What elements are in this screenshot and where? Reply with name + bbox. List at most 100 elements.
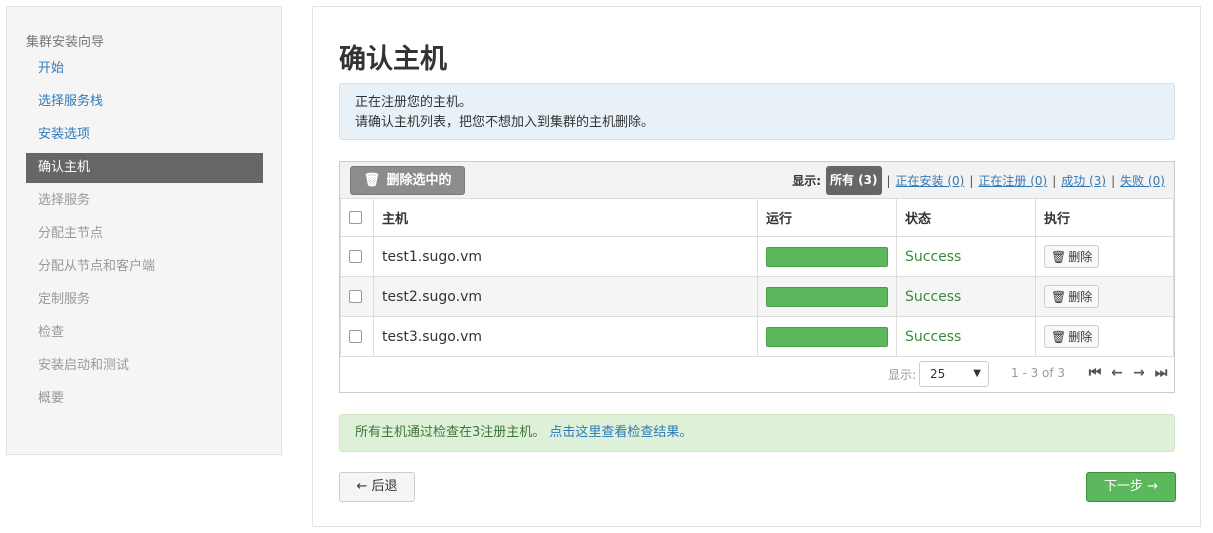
success-alert: 所有主机通过检查在3注册主机。 点击这里查看检查结果。: [339, 414, 1175, 452]
page-size-value: 25: [930, 367, 946, 381]
sidebar-item-install-options[interactable]: 安装选项: [26, 120, 263, 150]
action-cell: 🗑 删除: [1035, 316, 1174, 357]
host-name[interactable]: test3.sugo.vm: [382, 329, 482, 345]
hosts-table-box: 🗑 删除选中的 显示: 所有 (3) | 正在安装 (0) | 正在注册 (0)…: [339, 161, 1175, 393]
wizard-steps-nav: 开始 选择服务栈 安装选项 确认主机 选择服务 分配主节点 分配从节点和客户端 …: [26, 54, 263, 417]
sidebar-item-select-services: 选择服务: [38, 193, 91, 208]
status-cell: Success: [896, 236, 1036, 277]
trash-icon: 🗑: [1051, 289, 1067, 304]
row-checkbox-cell: [340, 276, 374, 317]
filter-failed[interactable]: 失败 (0): [1120, 172, 1165, 189]
row-delete-label: 删除: [1068, 250, 1093, 264]
header-host: 主机: [373, 198, 758, 237]
row-checkbox-cell: [340, 236, 374, 277]
page-title: 确认主机: [339, 44, 447, 75]
row-delete-button[interactable]: 🗑 删除: [1044, 245, 1100, 268]
filter-separator: |: [886, 173, 891, 188]
header-status: 状态: [896, 198, 1036, 237]
pager-show-label: 显示:: [888, 368, 917, 382]
table-pager: 显示: 25 ▼ 1 - 3 of 3 ⏮ ← → ⏭: [340, 356, 1174, 393]
action-cell: 🗑 删除: [1035, 276, 1174, 317]
filter-separator: |: [969, 173, 974, 188]
back-button[interactable]: ← 后退: [339, 472, 415, 502]
select-all-checkbox[interactable]: [349, 211, 362, 224]
row-checkbox[interactable]: [349, 250, 362, 263]
sidebar-item-start[interactable]: 开始: [26, 54, 263, 84]
sidebar-header: 集群安装向导: [26, 35, 105, 50]
status-text[interactable]: Success: [905, 329, 961, 345]
next-page-icon[interactable]: →: [1132, 363, 1146, 383]
trash-icon: 🗑: [363, 173, 380, 188]
row-checkbox-cell: [340, 316, 374, 357]
progress-cell: [757, 276, 897, 317]
sidebar-item-review: 检查: [38, 325, 65, 340]
progress-fill: [767, 327, 887, 346]
sidebar-item-install-start-test: 安装启动和测试: [38, 358, 130, 373]
action-cell: 🗑 删除: [1035, 236, 1174, 277]
header-action: 执行: [1035, 198, 1174, 237]
row-delete-button[interactable]: 🗑 删除: [1044, 325, 1100, 348]
row-delete-label: 删除: [1068, 290, 1093, 304]
table-row: test3.sugo.vm Success 🗑 删除: [340, 316, 1174, 357]
progress-fill: [767, 247, 887, 266]
host-cell: test2.sugo.vm: [373, 276, 758, 317]
info-line-2: 请确认主机列表，把您不想加入到集群的主机删除。: [355, 115, 655, 130]
table-row: test1.sugo.vm Success 🗑 删除: [340, 236, 1174, 277]
delete-selected-label: 删除选中的: [386, 173, 452, 188]
row-delete-label: 删除: [1068, 330, 1093, 344]
view-check-results-link[interactable]: 点击这里查看检查结果。: [549, 425, 692, 440]
progress-fill: [767, 287, 887, 306]
row-checkbox[interactable]: [349, 290, 362, 303]
table-header-row: 主机 运行 状态 执行: [340, 198, 1174, 237]
pager-range: 1 - 3 of 3: [1011, 366, 1066, 380]
sidebar-item-assign-masters: 分配主节点: [38, 226, 104, 241]
table-row: test2.sugo.vm Success 🗑 删除: [340, 276, 1174, 317]
status-text[interactable]: Success: [905, 289, 961, 305]
progress-bar: [766, 326, 888, 347]
filter-registering[interactable]: 正在注册 (0): [978, 172, 1047, 189]
host-filters: 显示: 所有 (3) | 正在安装 (0) | 正在注册 (0) | 成功 (3…: [792, 166, 1165, 195]
status-text[interactable]: Success: [905, 249, 961, 265]
prev-page-icon[interactable]: ←: [1110, 363, 1124, 383]
host-name[interactable]: test1.sugo.vm: [382, 249, 482, 265]
main-panel: 确认主机 正在注册您的主机。 请确认主机列表，把您不想加入到集群的主机删除。 🗑…: [312, 6, 1201, 527]
sidebar-item-customize-services: 定制服务: [38, 292, 91, 307]
page-size-select[interactable]: 25 ▼: [919, 361, 989, 387]
next-button[interactable]: 下一步 →: [1086, 472, 1176, 502]
host-cell: test3.sugo.vm: [373, 316, 758, 357]
info-alert: 正在注册您的主机。 请确认主机列表，把您不想加入到集群的主机删除。: [339, 83, 1175, 140]
filter-installing[interactable]: 正在安装 (0): [896, 172, 965, 189]
select-all-cell: [340, 198, 374, 237]
hosts-table: 主机 运行 状态 执行 test1.sugo.vm Success 🗑 删除 te…: [340, 198, 1174, 357]
success-text: 所有主机通过检查在3注册主机。: [355, 425, 546, 440]
status-cell: Success: [896, 316, 1036, 357]
filter-all[interactable]: 所有 (3): [826, 166, 882, 195]
sidebar-item-assign-slaves-clients: 分配从节点和客户端: [38, 259, 156, 274]
progress-bar: [766, 286, 888, 307]
host-cell: test1.sugo.vm: [373, 236, 758, 277]
caret-down-icon: ▼: [973, 368, 981, 379]
header-progress: 运行: [757, 198, 897, 237]
sidebar-item-confirm-hosts[interactable]: 确认主机: [26, 153, 263, 183]
progress-cell: [757, 316, 897, 357]
wizard-sidebar: 集群安装向导 开始 选择服务栈 安装选项 确认主机 选择服务 分配主节点 分配从…: [6, 6, 282, 455]
first-page-icon[interactable]: ⏮: [1088, 363, 1102, 383]
row-checkbox[interactable]: [349, 330, 362, 343]
status-cell: Success: [896, 276, 1036, 317]
pager-nav: ⏮ ← → ⏭: [1088, 363, 1168, 383]
sidebar-item-select-stack[interactable]: 选择服务栈: [26, 87, 263, 117]
sidebar-item-summary: 概要: [38, 391, 65, 406]
progress-cell: [757, 236, 897, 277]
filter-separator: |: [1052, 173, 1057, 188]
row-delete-button[interactable]: 🗑 删除: [1044, 285, 1100, 308]
host-name[interactable]: test2.sugo.vm: [382, 289, 482, 305]
filter-show-label: 显示:: [792, 174, 821, 188]
filter-success[interactable]: 成功 (3): [1061, 172, 1106, 189]
filter-separator: |: [1111, 173, 1116, 188]
delete-selected-button[interactable]: 🗑 删除选中的: [350, 166, 465, 195]
info-line-1: 正在注册您的主机。: [355, 95, 473, 110]
progress-bar: [766, 246, 888, 267]
hosts-toolbar: 🗑 删除选中的 显示: 所有 (3) | 正在安装 (0) | 正在注册 (0)…: [340, 162, 1174, 198]
last-page-icon[interactable]: ⏭: [1154, 363, 1168, 383]
trash-icon: 🗑: [1051, 249, 1067, 264]
